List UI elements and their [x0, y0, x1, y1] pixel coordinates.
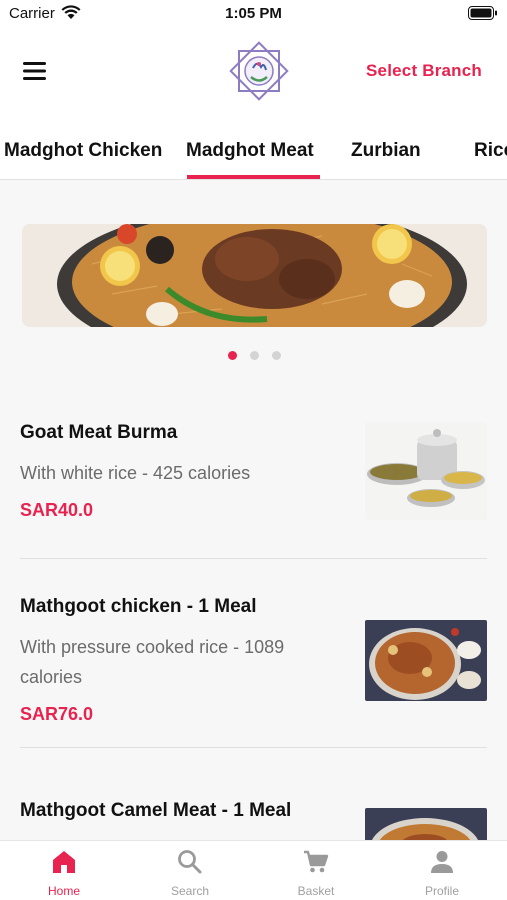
basket-icon	[304, 850, 329, 873]
item-description: With white rice - 425 calories	[20, 463, 251, 483]
tab-bar-basket[interactable]: Basket	[253, 841, 379, 900]
status-bar: Carrier 1:05 PM	[0, 0, 507, 28]
tab-zurbian[interactable]: Zurbian	[351, 140, 421, 162]
tab-bar-label: Search	[170, 884, 210, 898]
tab-bar-label: Basket	[297, 884, 335, 898]
category-tabs: Madghot Chicken Madghot Meat Zurbian Ric…	[0, 114, 507, 180]
item-thumbnail	[365, 422, 487, 520]
menu-item[interactable]: Mathgoot chicken - 1 Meal With pressure …	[20, 594, 487, 734]
active-tab-indicator	[187, 175, 320, 179]
bottom-tab-bar: Home Search Basket Profile	[0, 840, 507, 900]
divider	[20, 558, 487, 559]
item-name: Mathgoot chicken - 1 Meal	[20, 596, 257, 617]
tab-bar-label: Home	[47, 884, 80, 898]
tab-bar-home[interactable]: Home	[1, 841, 127, 900]
profile-icon	[431, 851, 453, 873]
tab-bar-profile[interactable]: Profile	[379, 841, 505, 900]
tab-bar-label: Profile	[424, 884, 459, 898]
carousel-dot-2[interactable]	[250, 351, 259, 360]
hamburger-menu-icon[interactable]	[20, 58, 50, 84]
search-icon	[178, 850, 202, 874]
status-time: 1:05 PM	[225, 5, 282, 22]
tab-madghot-meat[interactable]: Madghot Meat	[186, 140, 314, 162]
item-price: SAR76.0	[20, 704, 94, 724]
menu-item[interactable]: Goat Meat Burma With white rice - 425 ca…	[20, 420, 487, 530]
item-thumbnail	[365, 808, 487, 840]
app-header: Select Branch	[0, 28, 507, 114]
carousel-dot-1[interactable]	[228, 351, 237, 360]
item-price: SAR40.0	[20, 500, 94, 520]
rice-meat-platter-image	[22, 224, 487, 327]
select-branch-button[interactable]: Select Branch	[366, 61, 482, 81]
item-thumbnail	[365, 620, 487, 701]
brand-logo	[229, 41, 289, 101]
tab-rice[interactable]: Rice	[474, 140, 507, 162]
home-icon	[53, 851, 75, 873]
item-description: With pressure cooked rice - 1089 calorie…	[20, 637, 285, 687]
tab-madghot-chicken[interactable]: Madghot Chicken	[4, 140, 162, 162]
item-name: Mathgoot Camel Meat - 1 Meal	[20, 800, 292, 821]
item-name: Goat Meat Burma	[20, 422, 178, 443]
battery-icon	[468, 6, 497, 20]
menu-item[interactable]: Mathgoot Camel Meat - 1 Meal	[20, 798, 487, 840]
tab-bar-search[interactable]: Search	[127, 841, 253, 900]
divider	[20, 747, 487, 748]
promo-banner-image[interactable]	[22, 224, 487, 327]
carousel-dot-3[interactable]	[272, 351, 281, 360]
